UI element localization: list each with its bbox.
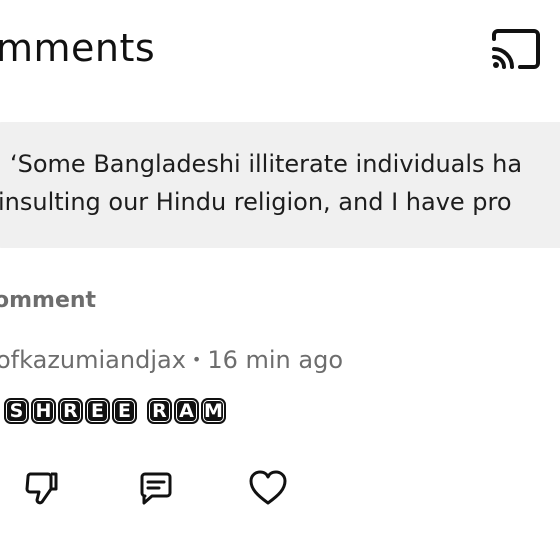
comment-author[interactable]: ofkazumiandjax: [0, 346, 186, 374]
meta-separator: •: [191, 350, 202, 369]
page-title: mments: [0, 26, 156, 70]
comment-section-label: omment: [0, 288, 97, 313]
comment-letter-tile: A: [174, 398, 199, 424]
comment-letter-tile: R: [58, 398, 83, 424]
cast-icon: [492, 29, 540, 69]
comment-letter-tile: S: [4, 398, 29, 424]
thumbs-down-icon: [25, 472, 58, 505]
quoted-headline-box: [0, 122, 560, 248]
comment-letter-tile: E: [85, 398, 110, 424]
quote-line-2: insulting our Hindu religion, and I have…: [0, 188, 512, 216]
dislike-button[interactable]: [20, 466, 64, 510]
comment-icon: [140, 472, 172, 505]
comment-text: SHREERAM: [4, 398, 228, 424]
comment-letter-tile: E: [112, 398, 137, 424]
reply-button[interactable]: [134, 466, 178, 510]
quote-line-1: ‘Some Bangladeshi illiterate individuals…: [10, 150, 523, 178]
comment-letter-tile: M: [201, 398, 226, 424]
comment-letter-tile: R: [147, 398, 172, 424]
comment-letter-tile: H: [31, 398, 56, 424]
cast-button[interactable]: [488, 26, 544, 72]
like-button[interactable]: [246, 466, 290, 510]
comment-time: 16 min ago: [207, 346, 344, 374]
comment-meta: ofkazumiandjax • 16 min ago: [0, 346, 343, 374]
heart-icon: [249, 470, 287, 505]
